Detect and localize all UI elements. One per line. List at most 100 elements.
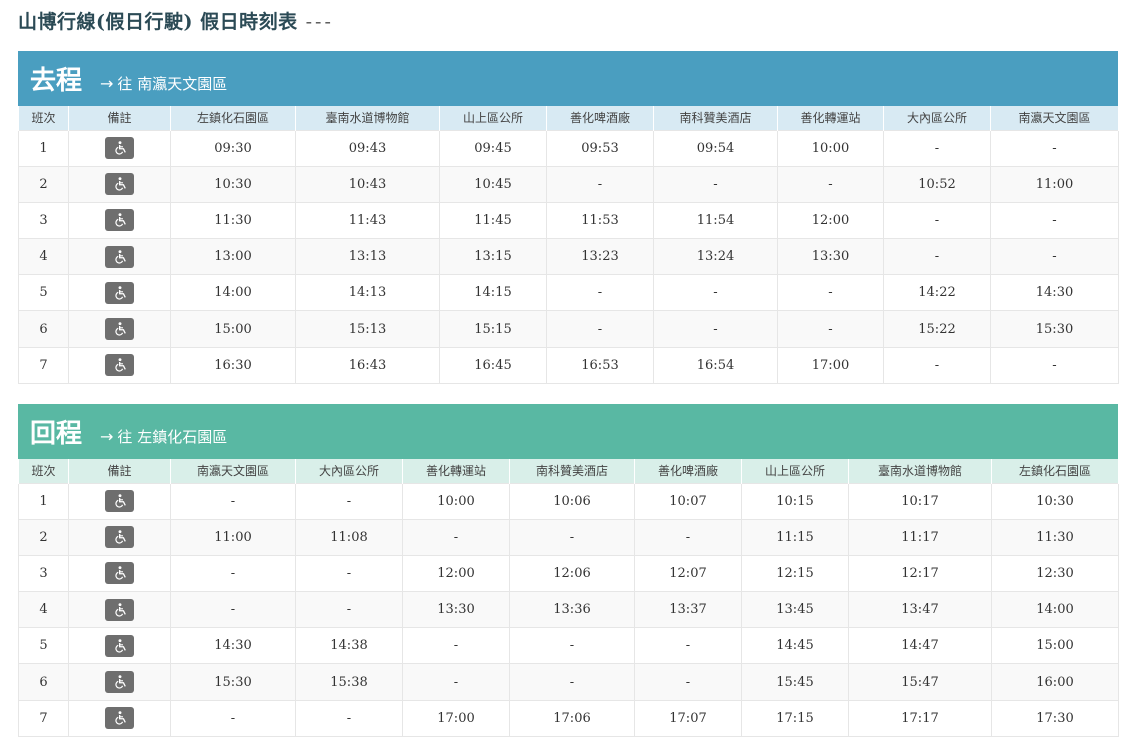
column-header: 山上區公所 [439, 106, 547, 130]
time-cell: 10:00 [402, 482, 510, 520]
outbound-destination: → 往 南瀛天文園區 [100, 73, 227, 94]
time-cell: - [777, 165, 884, 203]
note-cell [68, 346, 171, 384]
time-cell: - [634, 518, 742, 556]
time-cell: 13:00 [170, 238, 296, 276]
time-cell: - [170, 554, 296, 593]
time-cell: 16:45 [439, 346, 547, 384]
time-cell: 10:07 [634, 482, 742, 520]
time-cell: 16:54 [653, 346, 778, 384]
trip-number-cell: 6 [18, 663, 69, 701]
time-cell: 17:17 [848, 699, 992, 737]
return-header-row: 班次 備註 南瀛天文園區 大內區公所 善化轉運站 南科贊美酒店 善化啤酒廠 山上區公所 臺南水道… [18, 459, 1119, 483]
return-title: 回程 [30, 419, 83, 449]
table-row: 1- -10:00 10:06 10:07 10:15 10:17 10:30 [18, 482, 1119, 520]
time-cell: 14:45 [741, 627, 849, 665]
time-cell: 13:23 [546, 238, 654, 276]
column-header: 備註 [68, 106, 171, 130]
time-cell: - [295, 554, 403, 593]
trip-number-cell: 3 [18, 201, 69, 240]
trip-number-cell: 7 [18, 699, 69, 737]
column-header: 南科贊美酒店 [653, 106, 778, 130]
time-cell: 12:30 [991, 554, 1119, 593]
arrow-right-icon: → [100, 427, 114, 446]
time-cell: 17:30 [991, 699, 1119, 737]
time-cell: - [509, 518, 635, 556]
note-cell [68, 274, 171, 312]
column-header: 善化轉運站 [777, 106, 884, 130]
time-cell: - [653, 310, 778, 348]
time-cell: 09:43 [295, 129, 440, 167]
time-cell: 15:15 [439, 310, 547, 348]
time-cell: 16:30 [170, 346, 296, 384]
time-cell: - [634, 663, 742, 701]
time-cell: 15:13 [295, 310, 440, 348]
time-cell: 12:00 [777, 201, 884, 240]
time-cell: 13:36 [509, 591, 635, 629]
time-cell: 13:30 [777, 238, 884, 276]
time-cell: - [883, 129, 991, 167]
time-cell: - [170, 591, 296, 629]
time-cell: 15:00 [170, 310, 296, 348]
time-cell: 15:38 [295, 663, 403, 701]
table-row: 3- -12:00 12:06 12:07 12:15 12:17 12:30 [18, 554, 1119, 593]
time-cell: - [402, 627, 510, 665]
trip-number-cell: 1 [18, 482, 69, 520]
time-cell: 15:30 [170, 663, 296, 701]
time-cell: - [990, 238, 1119, 276]
table-row: 5 14:00 14:13 14:15- - -14:22 14:30 [18, 274, 1119, 312]
column-header: 善化啤酒廠 [634, 459, 742, 483]
time-cell: 14:22 [883, 274, 991, 312]
table-row: 4- -13:30 13:36 13:37 13:45 13:47 14:00 [18, 591, 1119, 629]
return-destination-label: 往 左鎮化石園區 [117, 428, 228, 446]
time-cell: - [653, 274, 778, 312]
time-cell: - [883, 346, 991, 384]
column-header: 南瀛天文園區 [990, 106, 1119, 130]
time-cell: 12:07 [634, 554, 742, 593]
time-cell: 11:43 [295, 201, 440, 240]
note-cell [68, 591, 171, 629]
time-cell: 14:30 [170, 627, 296, 665]
time-cell: 11:00 [170, 518, 296, 556]
note-cell [68, 310, 171, 348]
time-cell: 16:43 [295, 346, 440, 384]
trip-number-cell: 2 [18, 518, 69, 556]
time-cell: - [546, 310, 654, 348]
time-cell: 14:30 [990, 274, 1119, 312]
time-cell: 17:00 [402, 699, 510, 737]
time-cell: - [777, 274, 884, 312]
time-cell: 11:15 [741, 518, 849, 556]
time-cell: 10:06 [509, 482, 635, 520]
column-header: 班次 [18, 106, 69, 130]
return-section: 回程 → 往 左鎮化石園區 班次 備註 南瀛天文園區 大內區公所 善化轉運站 南科贊美酒店善… [18, 404, 1119, 737]
column-header: 備註 [68, 459, 171, 483]
time-cell: 10:30 [991, 482, 1119, 520]
arrow-right-icon: → [100, 74, 114, 93]
note-cell [68, 201, 171, 240]
time-cell: 10:45 [439, 165, 547, 203]
time-cell: 13:45 [741, 591, 849, 629]
time-cell: 13:30 [402, 591, 510, 629]
time-cell: - [990, 201, 1119, 240]
time-cell: 09:45 [439, 129, 547, 167]
note-cell [68, 129, 171, 167]
time-cell: 12:00 [402, 554, 510, 593]
column-header: 左鎮化石園區 [170, 106, 296, 130]
outbound-header-row: 班次 備註 左鎮化石園區 臺南水道博物館 山上區公所 善化啤酒廠 南科贊美酒店 善化轉運站 大內… [18, 106, 1119, 130]
column-header: 臺南水道博物館 [848, 459, 992, 483]
wheelchair-accessible-icon [105, 707, 134, 730]
time-cell: 11:08 [295, 518, 403, 556]
wheelchair-accessible-icon [105, 490, 134, 513]
outbound-timetable: 班次 備註 左鎮化石園區 臺南水道博物館 山上區公所 善化啤酒廠 南科贊美酒店 善化轉運站 大內… [18, 106, 1119, 384]
outbound-title: 去程 [30, 66, 83, 96]
time-cell: 13:37 [634, 591, 742, 629]
trip-number-cell: 5 [18, 627, 69, 665]
time-cell: 10:30 [170, 165, 296, 203]
time-cell: 09:30 [170, 129, 296, 167]
table-row: 6 15:00 15:13 15:15- - -15:22 15:30 [18, 310, 1119, 348]
trip-number-cell: 4 [18, 591, 69, 629]
trip-number-cell: 1 [18, 129, 69, 167]
wheelchair-accessible-icon [105, 209, 134, 232]
time-cell: 13:47 [848, 591, 992, 629]
time-cell: 15:00 [991, 627, 1119, 665]
